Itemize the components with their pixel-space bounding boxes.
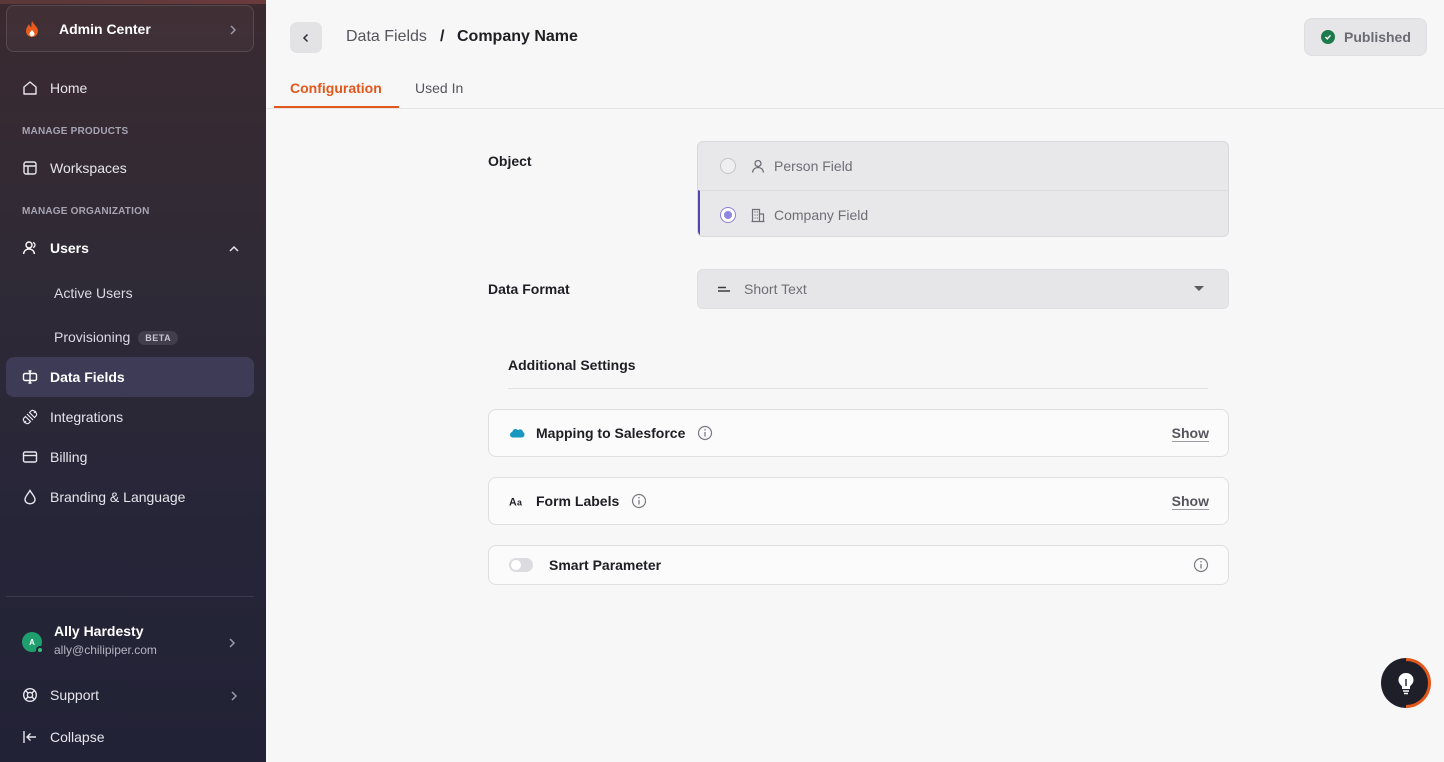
radio-button-selected[interactable] <box>720 206 736 223</box>
avatar[interactable]: A <box>22 632 44 654</box>
user-menu-chevron-icon[interactable] <box>226 636 238 648</box>
chevron-right-icon <box>227 23 239 35</box>
person-field-option[interactable]: Person Field <box>698 142 1228 190</box>
nav-data-fields-label: Data Fields <box>50 369 125 385</box>
page-header: Data Fields / Company Name Published Con… <box>266 4 1444 109</box>
app-name: Admin Center <box>59 20 151 37</box>
nav-billing[interactable]: Billing <box>6 437 254 477</box>
page-title: Company Name <box>457 28 578 45</box>
status-label: Published <box>1344 29 1411 45</box>
check-circle-icon <box>1321 30 1335 44</box>
layout-icon <box>22 160 38 176</box>
home-icon <box>22 80 38 96</box>
nav-provisioning-label: Provisioning <box>54 329 131 345</box>
tab-configuration[interactable]: Configuration <box>290 80 382 96</box>
text-format-icon: Aa <box>509 493 525 509</box>
salesforce-mapping-label: Mapping to Salesforce <box>536 425 686 441</box>
beta-badge: BETA <box>138 331 179 346</box>
active-tab-indicator <box>274 106 399 108</box>
section-manage-products: MANAGE PRODUCTS <box>22 126 129 137</box>
nav-collapse[interactable]: Collapse <box>6 717 254 757</box>
form-labels-card: Aa Form Labels Show <box>488 477 1229 525</box>
breadcrumb-parent[interactable]: Data Fields <box>346 28 427 46</box>
lightbulb-icon <box>1384 661 1428 705</box>
section-manage-organization: MANAGE ORGANIZATION <box>22 206 150 217</box>
company-field-label: Company Field <box>774 206 869 223</box>
nav-home[interactable]: Home <box>6 68 254 108</box>
nav-support-label: Support <box>50 687 100 703</box>
nav-support[interactable]: Support <box>6 675 254 715</box>
nav-collapse-label: Collapse <box>50 729 105 745</box>
nav-branding-label: Branding & Language <box>50 489 186 505</box>
salesforce-mapping-card: Mapping to Salesforce Show <box>488 409 1229 457</box>
app-switcher[interactable]: Admin Center <box>6 5 254 52</box>
data-fields-icon <box>22 369 38 385</box>
status-badge[interactable]: Published <box>1304 18 1427 56</box>
info-icon[interactable] <box>631 493 647 509</box>
online-status-dot <box>36 646 44 654</box>
breadcrumb-separator: / <box>440 28 445 45</box>
radio-button[interactable] <box>720 158 736 174</box>
data-format-value: Short Text <box>744 281 807 297</box>
form-labels-show-button[interactable]: Show <box>1171 493 1209 510</box>
additional-settings-title: Additional Settings <box>508 357 636 373</box>
collapse-icon <box>22 729 38 745</box>
salesforce-icon <box>509 425 525 441</box>
plug-icon <box>22 409 38 425</box>
company-field-option[interactable]: Company Field <box>698 190 1228 236</box>
chevron-left-icon <box>302 33 309 42</box>
nav-home-label: Home <box>50 80 88 96</box>
data-format-label: Data Format <box>488 281 570 297</box>
droplet-icon <box>22 489 38 505</box>
building-icon <box>750 207 766 223</box>
users-icon <box>22 240 38 256</box>
avatar-initial: A <box>29 637 35 647</box>
help-lightbulb-button[interactable] <box>1381 658 1431 708</box>
info-icon[interactable] <box>1193 557 1209 573</box>
smart-parameter-label: Smart Parameter <box>549 557 662 573</box>
sidebar: Admin Center Home MANAGE PRODUCTS Worksp… <box>0 0 266 762</box>
svg-text:A: A <box>509 496 517 508</box>
main-content: Data Fields / Company Name Published Con… <box>266 4 1444 762</box>
nav-workspaces[interactable]: Workspaces <box>6 148 254 188</box>
settings-divider <box>508 388 1208 389</box>
nav-workspaces-label: Workspaces <box>50 160 127 176</box>
chevron-right-icon <box>228 689 240 701</box>
form-labels-label: Form Labels <box>536 493 620 509</box>
nav-branding-language[interactable]: Branding & Language <box>6 477 254 517</box>
lifebuoy-icon <box>22 687 38 703</box>
data-format-select[interactable]: Short Text <box>697 269 1229 309</box>
nav-data-fields[interactable]: Data Fields <box>6 357 254 397</box>
tab-used-in[interactable]: Used In <box>415 80 463 96</box>
flame-logo-icon <box>23 20 41 38</box>
nav-provisioning[interactable]: Provisioning BETA <box>54 329 179 346</box>
object-label: Object <box>488 153 532 169</box>
object-radio-group: Person Field Company Field <box>697 141 1229 237</box>
person-field-label: Person Field <box>774 158 853 174</box>
nav-active-users[interactable]: Active Users <box>54 285 133 301</box>
info-icon[interactable] <box>697 425 713 441</box>
user-name[interactable]: Ally Hardesty <box>54 623 143 639</box>
smart-parameter-toggle[interactable] <box>509 558 533 572</box>
back-button[interactable] <box>290 22 322 53</box>
nav-integrations-label: Integrations <box>50 409 124 425</box>
smart-parameter-card: Smart Parameter <box>488 545 1229 585</box>
nav-users[interactable]: Users <box>6 228 254 268</box>
nav-integrations[interactable]: Integrations <box>6 397 254 437</box>
sidebar-divider <box>6 596 254 597</box>
nav-users-label: Users <box>50 240 89 256</box>
person-icon <box>750 158 766 174</box>
chevron-up-icon <box>228 242 240 254</box>
short-text-icon <box>716 281 732 297</box>
caret-down-icon <box>1194 286 1204 291</box>
svg-text:a: a <box>517 497 522 507</box>
user-email: ally@chilipiper.com <box>54 643 157 657</box>
credit-card-icon <box>22 449 38 465</box>
nav-billing-label: Billing <box>50 449 88 465</box>
salesforce-show-button[interactable]: Show <box>1171 425 1209 442</box>
